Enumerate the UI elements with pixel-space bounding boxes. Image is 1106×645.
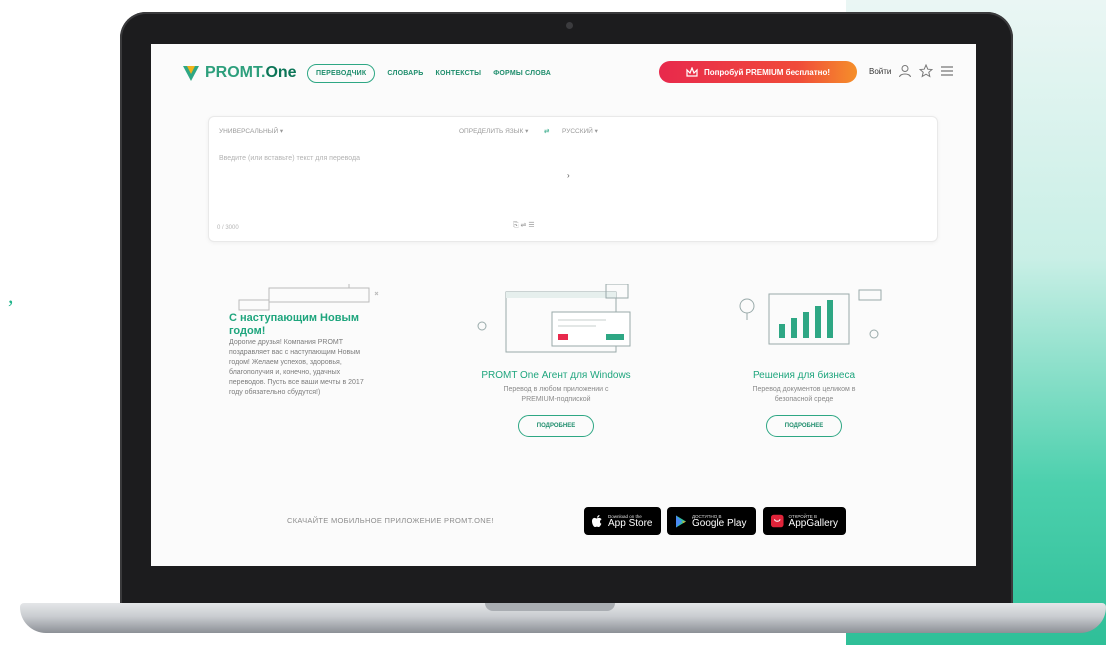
swap-languages-icon[interactable]: ⇄ (544, 127, 549, 135)
crown-icon (686, 67, 698, 77)
main-nav: ПЕРЕВОДЧИК СЛОВАРЬ КОНТЕКСТЫ ФОРМЫ СЛОВА (307, 64, 551, 83)
source-language-select[interactable]: ОПРЕДЕЛИТЬ ЯЗЫК ▾ (459, 127, 528, 135)
nav-contexts[interactable]: КОНТЕКСТЫ (436, 70, 482, 77)
google-play-text: ДОСТУПНО В Google Play (692, 513, 747, 529)
translator-toolbar: УНИВЕРСАЛЬНЫЙ ▾ ОПРЕДЕЛИТЬ ЯЗЫК ▾ ⇄ РУСС… (209, 127, 937, 141)
business-card: Решения для бизнеса Перевод документов ц… (699, 284, 909, 437)
agent-illustration (477, 284, 631, 353)
header-actions: Войти (869, 64, 954, 78)
business-illustration (739, 289, 882, 345)
app-store-text: Download on the App Store (608, 513, 653, 529)
premium-label: Попробуй PREMIUM бесплатно! (703, 67, 831, 77)
nav-dictionary[interactable]: СЛОВАРЬ (387, 70, 423, 77)
apple-icon (592, 514, 602, 527)
newyear-text: Дорогие друзья! Компания PROMT поздравля… (229, 339, 364, 396)
target-language-select[interactable]: РУССКИЙ ▾ (562, 127, 598, 135)
logo-text: PROMT.One (205, 64, 297, 81)
translation-mode-select[interactable]: УНИВЕРСАЛЬНЫЙ ▾ (219, 127, 283, 135)
nav-word-forms[interactable]: ФОРМЫ СЛОВА (493, 70, 551, 77)
business-title: Решения для бизнеса (752, 370, 856, 381)
laptop-screen: PROMT.One ПЕРЕВОДЧИК СЛОВАРЬ КОНТЕКСТЫ Ф… (151, 44, 976, 566)
download-label: СКАЧАЙТЕ МОБИЛЬНОЕ ПРИЛОЖЕНИЕ PROMT.ONE! (287, 516, 494, 525)
promt-logo-icon (183, 66, 199, 81)
source-text-input[interactable]: Введите (или вставьте) текст для перевод… (219, 155, 360, 162)
business-more-button[interactable]: ПОДРОБНЕЕ (765, 415, 843, 437)
user-icon[interactable] (898, 64, 912, 78)
appgallery-badge[interactable]: ОТКРОЙТЕ В AppGallery (763, 507, 846, 535)
nav-translator[interactable]: ПЕРЕВОДЧИК (307, 64, 376, 83)
laptop-notch (485, 603, 615, 611)
premium-button[interactable]: Попробуй PREMIUM бесплатно! (659, 61, 857, 83)
decorative-mark: , (8, 283, 14, 308)
star-icon[interactable] (919, 64, 934, 78)
business-text: Перевод документов целиком в безопасной … (752, 386, 856, 403)
google-play-badge[interactable]: ДОСТУПНО В Google Play (667, 507, 756, 535)
newyear-illustration (238, 284, 379, 311)
site-header: PROMT.One ПЕРЕВОДЧИК СЛОВАРЬ КОНТЕКСТЫ Ф… (151, 44, 976, 106)
translate-arrow-icon[interactable]: › (567, 171, 570, 180)
newyear-title: С наступающим Новым годом! (229, 312, 360, 337)
menu-icon[interactable] (940, 64, 954, 78)
agent-text: Перевод в любом приложении с PREMIUM-под… (503, 386, 609, 403)
translator-tools[interactable]: ⎘ ⇌ ☰ (513, 221, 535, 230)
newyear-card: С наступающим Новым годом! Дорогие друзь… (229, 284, 444, 398)
laptop-camera (566, 22, 573, 29)
agent-card: PROMT One Агент для Windows Перевод в лю… (451, 284, 661, 437)
agent-more-button[interactable]: ПОДРОБНЕЕ (517, 415, 595, 437)
char-counter: 0 / 3000 (217, 225, 239, 231)
agent-title: PROMT One Агент для Windows (481, 370, 631, 381)
promt-logo[interactable]: PROMT.One (181, 63, 297, 83)
login-link[interactable]: Войти (869, 67, 891, 76)
google-play-icon (676, 515, 686, 527)
appgallery-text: ОТКРОЙТЕ В AppGallery (788, 513, 838, 529)
app-store-badge[interactable]: Download on the App Store (584, 507, 661, 535)
translator-panel: УНИВЕРСАЛЬНЫЙ ▾ ОПРЕДЕЛИТЬ ЯЗЫК ▾ ⇄ РУСС… (208, 116, 938, 242)
huawei-icon (771, 514, 784, 528)
